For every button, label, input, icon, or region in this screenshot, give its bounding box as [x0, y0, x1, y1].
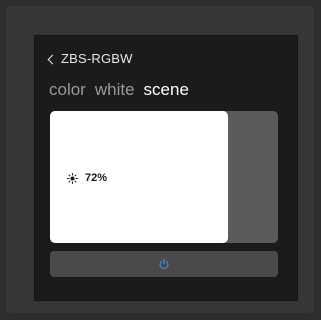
power-icon [159, 258, 169, 269]
tab-white[interactable]: white [95, 80, 135, 100]
power-button[interactable] [50, 251, 278, 277]
tab-scene[interactable]: scene [144, 80, 189, 100]
chevron-left-icon [47, 54, 58, 64]
device-title: ZBS-RGBW [61, 51, 133, 66]
brightness-readout: 72% [67, 172, 107, 184]
brightness-slider[interactable]: 72% [50, 111, 278, 243]
brightness-value: 72% [85, 172, 108, 184]
control-panel: ZBS-RGBW color white scene 72% [35, 36, 297, 300]
tab-color[interactable]: color [49, 80, 86, 100]
sun-icon [67, 172, 78, 184]
mode-tabs: color white scene [49, 80, 189, 100]
back-button[interactable]: ZBS-RGBW [47, 51, 133, 66]
